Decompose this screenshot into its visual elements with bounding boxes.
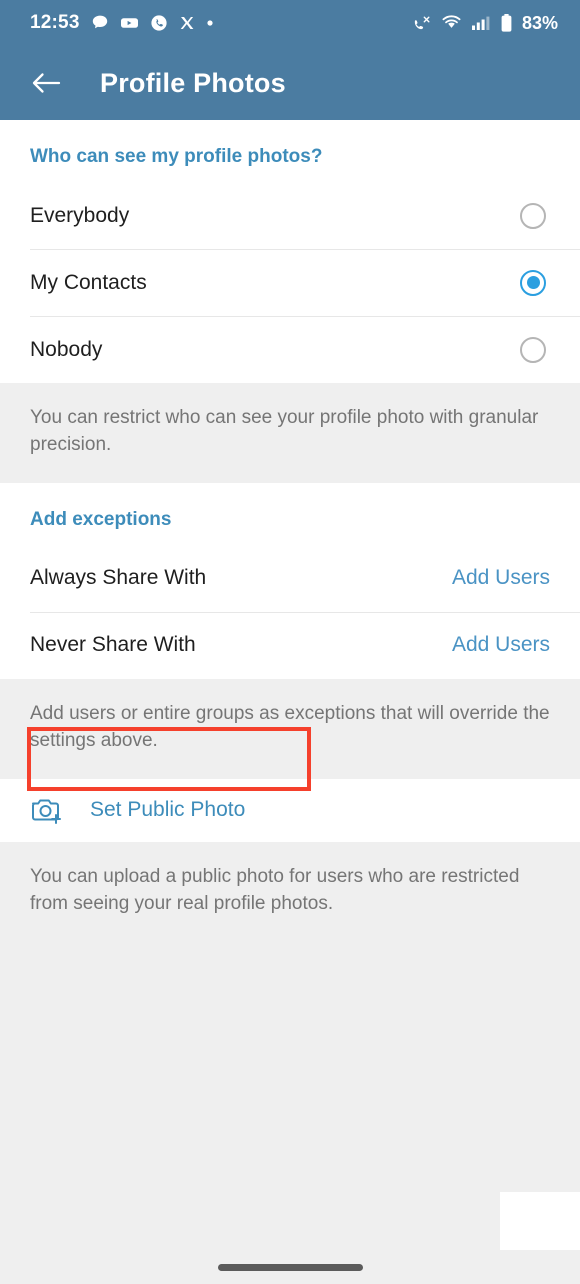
chat-bubble-icon <box>91 14 109 32</box>
exceptions-hint: Add users or entire groups as exceptions… <box>0 678 580 779</box>
always-share-with-label: Always Share With <box>30 566 207 590</box>
set-public-photo-label: Set Public Photo <box>90 798 246 822</box>
status-bar-right: 83% <box>412 13 558 34</box>
set-public-photo-row[interactable]: Set Public Photo <box>0 778 580 842</box>
radio-everybody[interactable] <box>520 202 546 229</box>
radio-option-label: Everybody <box>30 203 130 227</box>
camera-plus-icon <box>30 794 64 826</box>
system-navigation-bar <box>0 1250 580 1284</box>
never-share-add-users-link[interactable]: Add Users <box>452 633 550 657</box>
radio-option-label: Nobody <box>30 337 103 361</box>
always-share-add-users-link[interactable]: Add Users <box>452 566 550 590</box>
radio-option-my-contacts[interactable]: My Contacts <box>0 249 580 316</box>
always-share-with-row[interactable]: Always Share With Add Users <box>0 545 580 612</box>
never-share-with-row[interactable]: Never Share With Add Users <box>0 611 580 679</box>
never-share-with-label: Never Share With <box>30 633 196 657</box>
radio-my-contacts[interactable] <box>520 269 546 296</box>
battery-percentage: 83% <box>521 12 558 33</box>
arrow-left-icon <box>31 71 61 95</box>
x-twitter-icon <box>179 15 195 31</box>
radio-option-everybody[interactable]: Everybody <box>0 182 580 249</box>
back-button[interactable] <box>26 63 66 103</box>
phone-screen: 12:53 83% Profile Photos Who can see my … <box>0 0 580 1284</box>
cellular-signal-icon <box>471 14 491 32</box>
visibility-section: Who can see my profile photos? Everybody… <box>0 120 580 383</box>
exceptions-section: Add exceptions Always Share With Add Use… <box>0 482 580 679</box>
visibility-hint: You can restrict who can see your profil… <box>0 383 580 483</box>
visibility-section-heading: Who can see my profile photos? <box>30 146 323 167</box>
public-photo-hint: You can upload a public photo for users … <box>0 841 580 942</box>
phone-signal-icon <box>412 14 432 33</box>
phone-circle-icon <box>150 14 168 32</box>
page-filler <box>0 941 580 1284</box>
exceptions-section-heading: Add exceptions <box>30 508 172 530</box>
page-title: Profile Photos <box>100 67 286 98</box>
radio-option-nobody[interactable]: Nobody <box>0 316 580 383</box>
wifi-icon <box>441 14 462 32</box>
radio-option-label: My Contacts <box>30 270 147 294</box>
status-bar-left: 12:53 <box>30 12 214 34</box>
app-bar: Profile Photos <box>0 46 580 120</box>
status-bar: 12:53 83% <box>0 0 580 46</box>
youtube-icon <box>120 14 139 32</box>
home-indicator[interactable] <box>217 1263 363 1271</box>
radio-nobody[interactable] <box>520 336 546 363</box>
battery-icon <box>500 13 513 33</box>
dot-icon <box>206 19 214 27</box>
status-bar-clock: 12:53 <box>30 12 80 33</box>
